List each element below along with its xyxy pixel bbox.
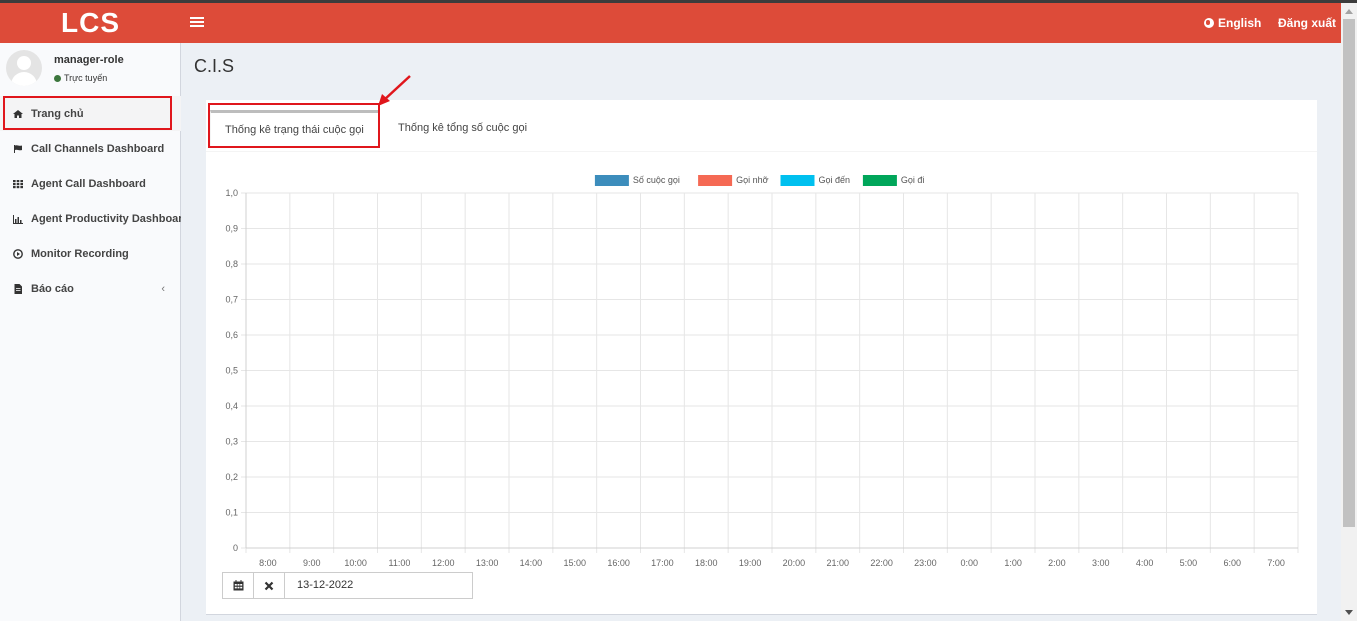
y-tick-label: 0,4	[225, 401, 238, 411]
language-switcher[interactable]: English	[1204, 3, 1261, 43]
y-tick-label: 0,2	[225, 472, 238, 482]
x-tick-label: 23:00	[914, 558, 937, 568]
menu-toggle-icon[interactable]	[190, 15, 204, 31]
avatar	[6, 50, 42, 86]
y-tick-label: 0,3	[225, 437, 238, 447]
y-tick-label: 0	[233, 543, 238, 553]
clear-date-button[interactable]	[253, 572, 285, 599]
y-tick-label: 0,6	[225, 330, 238, 340]
legend-swatch	[594, 175, 629, 186]
scroll-down-icon[interactable]	[1345, 610, 1353, 615]
sidebar-item-label: Agent Productivity Dashboard	[31, 212, 181, 225]
online-status-icon	[54, 74, 61, 82]
logout-link[interactable]: Đăng xuất	[1278, 3, 1336, 43]
x-tick-label: 18:00	[695, 558, 718, 568]
file-icon	[14, 283, 22, 294]
x-tick-label: 19:00	[739, 558, 762, 568]
sidebar-item-label: Call Channels Dashboard	[31, 142, 165, 155]
x-tick-label: 21:00	[826, 558, 849, 568]
x-tick-label: 15:00	[563, 558, 586, 568]
user-status: Trực tuyến	[54, 73, 107, 83]
legend-swatch	[780, 175, 815, 186]
sidebar-item-call-channels[interactable]: Call Channels Dashboard	[0, 131, 181, 166]
legend-label: Gọi đi	[901, 175, 925, 185]
bar-chart-icon	[13, 214, 23, 224]
sidebar-item-monitor-recording[interactable]: Monitor Recording	[0, 236, 181, 271]
x-tick-label: 4:00	[1136, 558, 1154, 568]
sidebar-item-home[interactable]: Trang chủ	[0, 96, 181, 131]
x-tick-label: 14:00	[520, 558, 543, 568]
x-tick-label: 0:00	[960, 558, 978, 568]
x-tick-label: 8:00	[259, 558, 277, 568]
legend-label: Số cuộc gọi	[633, 175, 680, 185]
legend-swatch	[698, 175, 733, 186]
y-tick-label: 0,7	[225, 295, 238, 305]
x-tick-label: 20:00	[783, 558, 806, 568]
x-tick-label: 13:00	[476, 558, 499, 568]
chevron-left-icon: ‹	[161, 283, 165, 295]
calendar-button[interactable]	[222, 572, 254, 599]
call-status-chart: 0 0,1 0,2 0,3 0,4 0,5 0,6 0,7 0,8 0,9 1,0 8:00 9:00 1…	[225, 175, 1299, 568]
play-circle-icon	[13, 248, 23, 259]
x-tick-label: 16:00	[607, 558, 630, 568]
y-tick-label: 0,1	[225, 508, 238, 518]
language-label: English	[1218, 16, 1262, 30]
sidebar-item-label: Agent Call Dashboard	[31, 177, 146, 190]
x-tick-label: 17:00	[651, 558, 674, 568]
date-picker: 13-12-2022	[222, 572, 473, 599]
x-tick-label: 7:00	[1267, 558, 1285, 568]
logo[interactable]: LCS	[0, 3, 181, 43]
x-tick-label: 10:00	[344, 558, 367, 568]
x-tick-label: 2:00	[1048, 558, 1066, 568]
x-tick-label: 9:00	[303, 558, 321, 568]
legend-label: Gọi nhỡ	[736, 175, 769, 185]
scroll-thumb[interactable]	[1343, 19, 1355, 527]
close-icon	[264, 581, 274, 590]
y-tick-label: 0,5	[225, 366, 238, 376]
sidebar-menu: Trang chủ Call Channels Dashboard Agent …	[0, 96, 181, 306]
legend-label: Gọi đến	[819, 175, 851, 185]
annotation-arrow-icon	[378, 75, 411, 106]
x-tick-label: 1:00	[1004, 558, 1022, 568]
globe-icon	[1204, 18, 1214, 28]
sidebar-item-label: Trang chủ	[31, 107, 84, 120]
x-tick-label: 6:00	[1223, 558, 1241, 568]
chart-box: Thống kê trạng thái cuộc gọi Thống kê tổ…	[206, 100, 1317, 615]
x-tick-label: 12:00	[432, 558, 455, 568]
x-tick-label: 11:00	[388, 558, 410, 568]
legend-swatch	[862, 175, 897, 186]
user-name: manager-role	[54, 54, 124, 66]
flag-icon	[14, 144, 22, 153]
x-tick-label: 5:00	[1180, 558, 1198, 568]
calendar-icon	[233, 580, 243, 591]
x-tick-label: 22:00	[870, 558, 893, 568]
sidebar-item-reports[interactable]: Báo cáo ‹	[0, 271, 181, 306]
sidebar-item-agent-call[interactable]: Agent Call Dashboard	[0, 166, 181, 201]
y-tick-label: 0,9	[225, 224, 238, 234]
sidebar-item-label: Báo cáo	[31, 282, 74, 295]
grid-icon	[13, 179, 23, 188]
user-status-label: Trực tuyến	[64, 73, 108, 83]
scroll-up-icon[interactable]	[1345, 9, 1353, 14]
top-navbar: LCS English Đăng xuất	[0, 3, 1341, 43]
sidebar-item-label: Monitor Recording	[31, 247, 129, 260]
sidebar: manager-role Trực tuyến Trang chủ Call C…	[0, 43, 181, 621]
page-scrollbar[interactable]	[1341, 3, 1357, 621]
x-tick-label: 3:00	[1092, 558, 1110, 568]
y-tick-label: 1,0	[225, 188, 238, 198]
home-icon	[13, 109, 23, 118]
page-title: C.I.S	[194, 56, 235, 76]
sidebar-item-agent-productivity[interactable]: Agent Productivity Dashboard	[0, 201, 181, 236]
date-input[interactable]: 13-12-2022	[284, 572, 473, 599]
user-panel: manager-role Trực tuyến	[0, 43, 181, 93]
y-tick-label: 0,8	[225, 259, 238, 269]
